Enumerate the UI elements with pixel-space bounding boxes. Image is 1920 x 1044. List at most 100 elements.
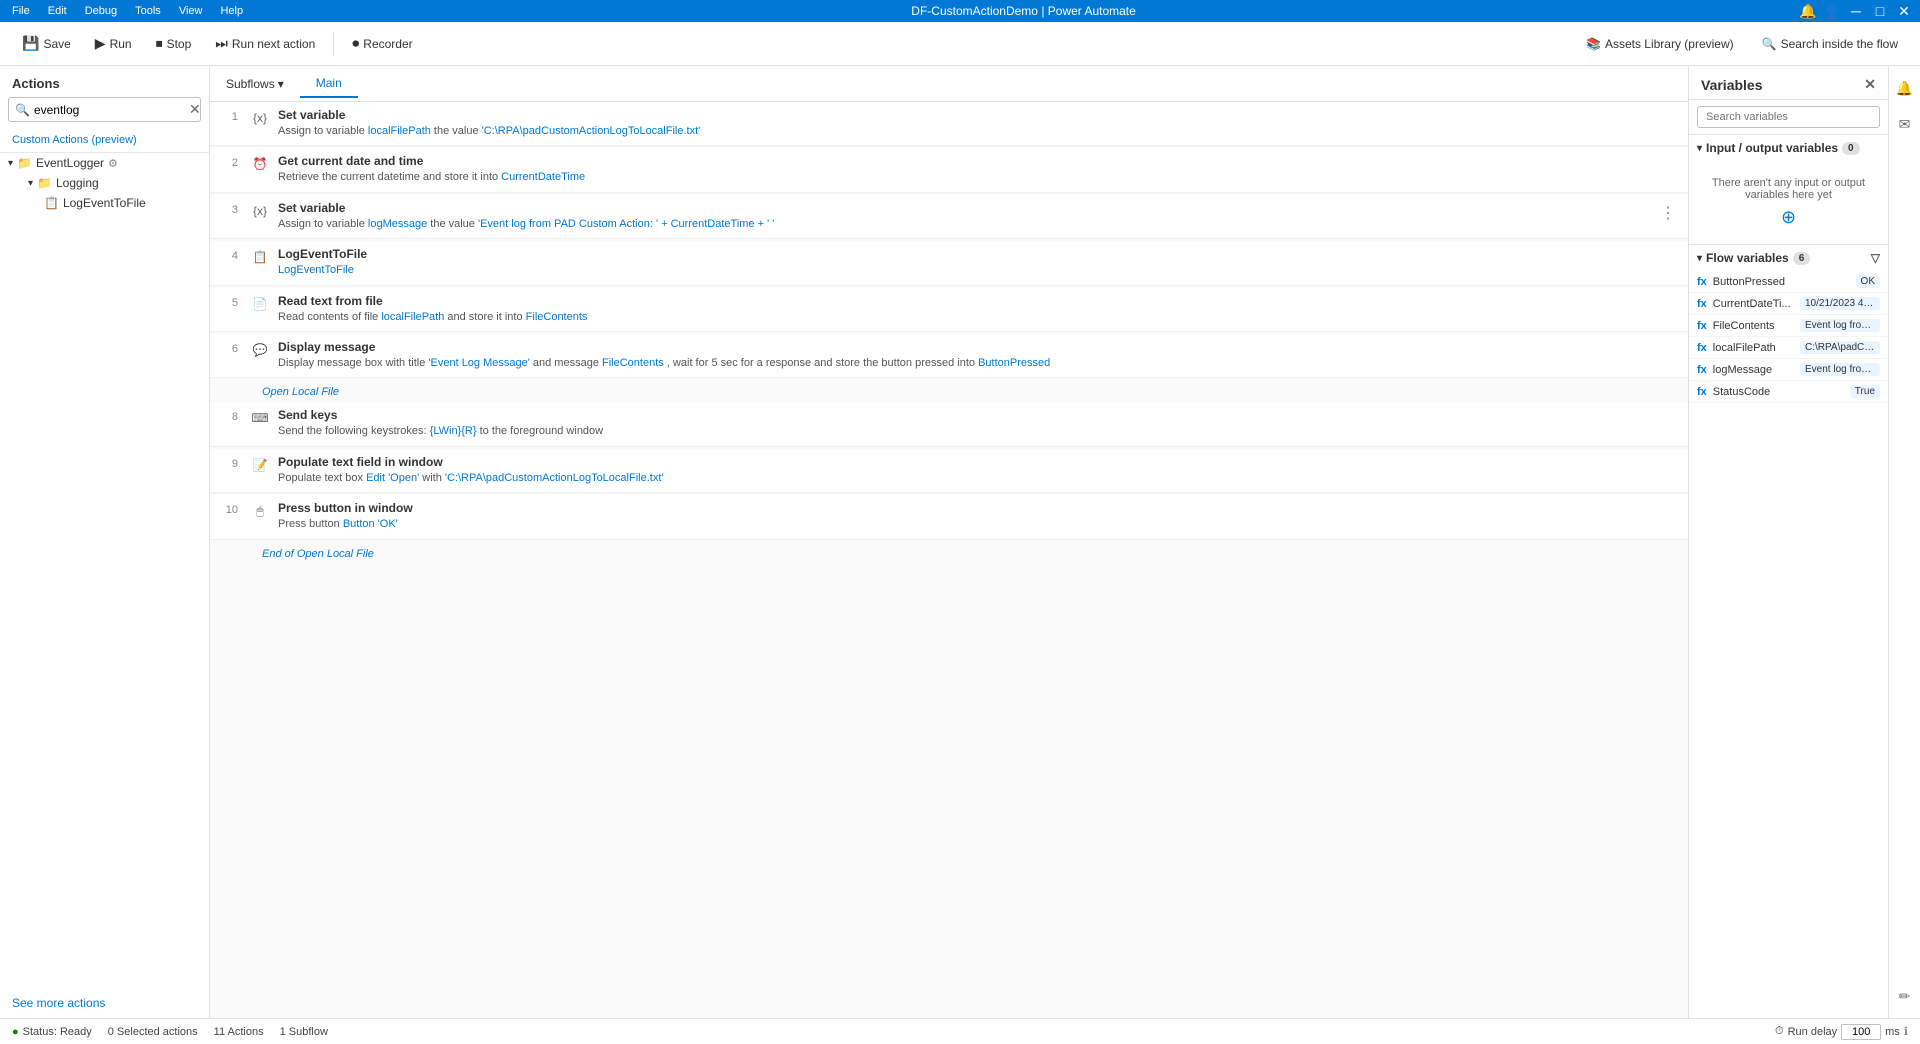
custom-actions-banner[interactable]: Custom Actions (preview): [0, 128, 209, 153]
var-type-icon: fx: [1697, 342, 1707, 354]
settings-icon[interactable]: ⚙: [108, 157, 118, 170]
flow-item-more-button[interactable]: ⋮: [1660, 203, 1676, 223]
search-flow-button[interactable]: 🔍 Search inside the flow: [1752, 32, 1908, 56]
var-value-label: Event log from PAD...: [1800, 363, 1880, 376]
set-variable-icon: {x}: [250, 108, 270, 128]
var-value-label: C:\RPA\padCusto...: [1800, 341, 1880, 354]
keystrokes: {LWin}{R}: [430, 425, 477, 437]
see-more-link[interactable]: See more actions: [12, 996, 105, 1010]
save-button[interactable]: 💾 Save: [12, 30, 81, 57]
flow-item-number: 6: [210, 340, 250, 355]
flow-vars-section: ▾ Flow variables 6 ▽ fx ButtonPressed OK…: [1689, 245, 1888, 1018]
recorder-button[interactable]: ⏺ Recorder: [342, 30, 422, 57]
press-button-icon: 🖱: [250, 501, 270, 521]
flow-item-6: 6 💬 Display message Display message box …: [210, 334, 1688, 378]
tree-item-logging[interactable]: ▾ 📁 Logging: [0, 173, 209, 193]
flow-vars-header[interactable]: ▾ Flow variables 6 ▽: [1689, 245, 1888, 271]
chevron-down-icon: ▾: [1697, 253, 1702, 264]
flow-var-item[interactable]: fx CurrentDateTi... 10/21/2023 4:58:53..…: [1689, 293, 1888, 315]
flow-item-title: Press button in window: [278, 501, 1676, 515]
flow-item-number: 4: [210, 247, 250, 262]
menu-edit[interactable]: Edit: [44, 3, 71, 19]
folder-icon: 📁: [17, 156, 32, 170]
left-panel: Actions 🔍 ✕ Custom Actions (preview) ▾ 📁…: [0, 66, 210, 1018]
flow-item-desc: Send the following keystrokes: {LWin}{R}…: [278, 424, 1676, 439]
maximize-btn[interactable]: □: [1872, 3, 1888, 19]
var-value: 'C:\RPA\padCustomActionLogToLocalFile.tx…: [482, 125, 701, 137]
notification-icon[interactable]: 🔔: [1800, 3, 1816, 19]
run-next-button[interactable]: ⏭ Run next action: [205, 30, 325, 57]
read-file-icon: 📄: [250, 294, 270, 314]
see-more: See more actions: [0, 988, 209, 1018]
recorder-icon: ⏺: [352, 35, 359, 52]
flow-canvas: 1 {x} Set variable Assign to variable lo…: [210, 102, 1688, 1018]
var-name: ButtonPressed: [978, 357, 1050, 369]
flow-item-content: Display message Display message box with…: [278, 340, 1676, 371]
sidebar-icon-1[interactable]: 🔔: [1891, 74, 1919, 102]
flow-var-item[interactable]: fx FileContents Event log from PAD...: [1689, 315, 1888, 337]
flow-var-item[interactable]: fx ButtonPressed OK: [1689, 271, 1888, 293]
run-delay-input[interactable]: [1841, 1024, 1881, 1040]
menu-view[interactable]: View: [175, 3, 207, 19]
tree-item-eventlogger[interactable]: ▾ 📁 EventLogger ⚙: [0, 153, 209, 173]
assets-library-button[interactable]: 📚 Assets Library (preview): [1576, 32, 1744, 56]
variables-search-input[interactable]: [1697, 106, 1880, 128]
run-delay-info-icon: ℹ: [1904, 1025, 1908, 1038]
minimize-btn[interactable]: ─: [1848, 3, 1864, 19]
main-layout: Actions 🔍 ✕ Custom Actions (preview) ▾ 📁…: [0, 66, 1920, 1018]
tabs-bar: Subflows ▾ Main: [210, 66, 1688, 102]
window-title: DF-CustomActionDemo | Power Automate: [911, 4, 1136, 18]
close-btn[interactable]: ✕: [1896, 3, 1912, 19]
flow-item-number: 10: [210, 501, 250, 516]
variables-panel-close[interactable]: ✕: [1864, 76, 1876, 93]
flow-var-item[interactable]: fx logMessage Event log from PAD...: [1689, 359, 1888, 381]
variables-title: Variables: [1701, 77, 1763, 93]
sidebar-edit-icon[interactable]: ✏: [1891, 982, 1919, 1010]
variables-search: [1689, 100, 1888, 135]
menu-help[interactable]: Help: [216, 3, 247, 19]
filter-icon[interactable]: ▽: [1871, 251, 1880, 265]
flow-item-1: 1 {x} Set variable Assign to variable lo…: [210, 102, 1688, 146]
io-count-badge: 0: [1842, 142, 1860, 155]
datetime-icon: ⏰: [250, 154, 270, 174]
tab-main[interactable]: Main: [300, 70, 358, 98]
display-message-icon: 💬: [250, 340, 270, 360]
variables-panel-header: Variables ✕: [1689, 66, 1888, 100]
var-name: localFilePath: [368, 125, 431, 137]
flow-var-item[interactable]: fx StatusCode True: [1689, 381, 1888, 403]
flow-item-title: Set variable: [278, 201, 1676, 215]
sidebar-icon-2[interactable]: ✉: [1891, 110, 1919, 138]
flow-var-item[interactable]: fx localFilePath C:\RPA\padCusto...: [1689, 337, 1888, 359]
menu-debug[interactable]: Debug: [81, 3, 121, 19]
menu-tools[interactable]: Tools: [131, 3, 165, 19]
flow-item-desc: Press button Button 'OK': [278, 517, 1676, 532]
msg-title: 'Event Log Message': [428, 357, 529, 369]
var-name-label: logMessage: [1713, 364, 1800, 376]
subflows-button[interactable]: Subflows ▾: [218, 73, 292, 95]
populate-field-icon: 📝: [250, 455, 270, 475]
actions-search-input[interactable]: [34, 103, 189, 117]
flow-item-number: 2: [210, 154, 250, 169]
io-add-button[interactable]: ⊕: [1701, 207, 1876, 228]
clock-icon: ⏱: [1775, 1025, 1784, 1038]
var-name: FileContents: [526, 311, 588, 323]
tree-item-logeventtofile[interactable]: 📋 LogEventToFile: [0, 193, 209, 213]
action-name: LogEventToFile: [278, 264, 354, 276]
flow-item-content: LogEventToFile LogEventToFile: [278, 247, 1676, 278]
var-type-icon: fx: [1697, 276, 1707, 288]
io-section-header[interactable]: ▾ Input / output variables 0: [1689, 135, 1888, 161]
actions-count: 11 Actions: [214, 1026, 264, 1038]
flow-item-desc: Read contents of file localFilePath and …: [278, 310, 1676, 325]
run-button[interactable]: ▶ Run: [85, 30, 142, 57]
toolbar-sep: [333, 32, 334, 56]
io-empty-message: There aren't any input or output variabl…: [1689, 161, 1888, 244]
search-clear-button[interactable]: ✕: [189, 101, 201, 118]
account-icon[interactable]: 👤: [1824, 3, 1840, 19]
title-bar-left: File Edit Debug Tools View Help: [8, 3, 247, 19]
stop-icon: ⏹: [156, 35, 163, 52]
stop-button[interactable]: ⏹ Stop: [146, 30, 202, 57]
io-variables-section: ▾ Input / output variables 0 There aren'…: [1689, 135, 1888, 245]
flow-item-content: Set variable Assign to variable logMessa…: [278, 201, 1676, 232]
var-name-label: ButtonPressed: [1713, 276, 1856, 288]
menu-file[interactable]: File: [8, 3, 34, 19]
